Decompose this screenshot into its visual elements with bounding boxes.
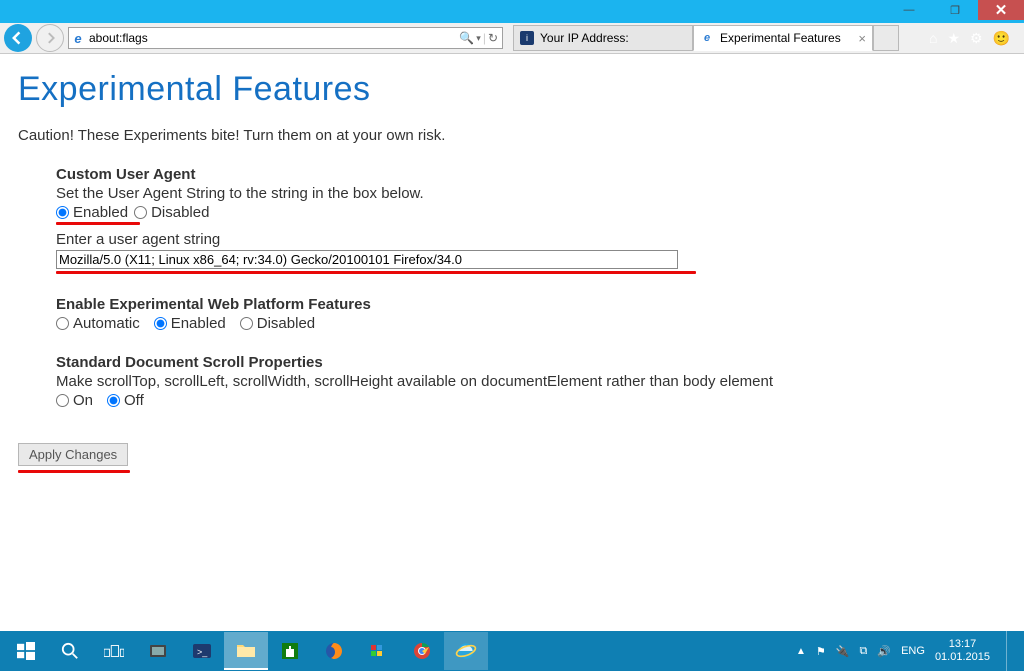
annotation-underline xyxy=(56,222,140,225)
new-tab-button[interactable] xyxy=(873,25,899,51)
tray-language[interactable]: ENG xyxy=(901,645,925,657)
forward-button[interactable] xyxy=(36,24,64,52)
radio-wp-automatic[interactable]: Automatic xyxy=(56,315,140,332)
back-button[interactable] xyxy=(4,24,32,52)
search-dropdown-icon[interactable]: 🔍 xyxy=(459,31,474,45)
taskbar-app-internet-explorer[interactable] xyxy=(444,632,488,670)
radio-wp-enabled[interactable]: Enabled xyxy=(154,315,226,332)
window-maximize-button[interactable]: ❐ xyxy=(932,0,978,20)
tab-label: Experimental Features xyxy=(720,31,841,45)
tray-volume-icon[interactable]: 🔊 xyxy=(877,645,891,658)
window-minimize-button[interactable]: — xyxy=(886,0,932,20)
tray-chevron-up-icon[interactable]: ▲ xyxy=(796,646,806,657)
system-tray: ▲ ⚑ 🔌 ⧉ 🔊 ENG 13:17 01.01.2015 xyxy=(796,631,1020,671)
section-heading: Standard Document Scroll Properties xyxy=(56,354,976,371)
taskbar-app-explorer[interactable] xyxy=(224,632,268,670)
section-custom-user-agent: Custom User Agent Set the User Agent Str… xyxy=(56,166,976,274)
apply-changes-button[interactable]: Apply Changes xyxy=(18,443,128,466)
radio-ua-disabled[interactable]: Disabled xyxy=(134,204,209,221)
section-web-platform: Enable Experimental Web Platform Feature… xyxy=(56,296,976,332)
radio-input[interactable] xyxy=(56,206,69,219)
user-agent-input[interactable] xyxy=(56,250,678,269)
ie-favicon-icon: e xyxy=(69,31,87,46)
section-desc: Make scrollTop, scrollLeft, scrollWidth,… xyxy=(56,373,976,390)
address-dropdown-icon[interactable]: ▾ xyxy=(476,33,481,44)
tray-action-center-icon[interactable]: ⚑ xyxy=(816,645,826,658)
tray-network-icon[interactable]: ⧉ xyxy=(860,645,868,658)
search-button[interactable] xyxy=(48,632,92,670)
radio-wp-disabled[interactable]: Disabled xyxy=(240,315,315,332)
radio-input[interactable] xyxy=(134,206,147,219)
tab-your-ip-address[interactable]: i Your IP Address: xyxy=(513,25,693,51)
annotation-underline xyxy=(18,470,130,473)
favorites-icon[interactable]: ★ xyxy=(947,30,960,47)
ie-favicon-icon: e xyxy=(700,31,714,45)
tab-close-button[interactable]: × xyxy=(858,31,866,46)
address-bar[interactable]: e about:flags 🔍 ▾ | ↻ xyxy=(68,27,503,49)
caution-text: Caution! These Experiments bite! Turn th… xyxy=(18,127,1006,144)
window-close-button[interactable]: ✕ xyxy=(978,0,1024,20)
annotation-underline xyxy=(56,271,696,274)
taskbar-app-powershell[interactable]: >_ xyxy=(180,632,224,670)
tab-strip: i Your IP Address: e Experimental Featur… xyxy=(513,25,915,51)
taskbar-app-server-manager[interactable] xyxy=(136,632,180,670)
taskbar-app-firefox[interactable] xyxy=(312,632,356,670)
section-heading: Enable Experimental Web Platform Feature… xyxy=(56,296,976,313)
refresh-icon[interactable]: ↻ xyxy=(488,31,498,45)
section-heading: Custom User Agent xyxy=(56,166,976,183)
taskbar-app-keepass[interactable] xyxy=(356,632,400,670)
task-view-button[interactable] xyxy=(92,632,136,670)
browser-toolbar: e about:flags 🔍 ▾ | ↻ i Your IP Address:… xyxy=(0,23,1024,54)
taskbar-app-chrome[interactable] xyxy=(400,632,444,670)
radio-scroll-off[interactable]: Off xyxy=(107,392,144,409)
tab-experimental-features[interactable]: e Experimental Features × xyxy=(693,25,873,51)
browser-right-controls: ⌂ ★ ⚙ 🙂 xyxy=(919,30,1020,47)
taskbar: >_ ▲ ⚑ 🔌 ⧉ 🔊 ENG 13:17 01.01.2015 xyxy=(0,631,1024,671)
info-favicon-icon: i xyxy=(520,31,534,45)
start-button[interactable] xyxy=(4,632,48,670)
page-title: Experimental Features xyxy=(18,70,1006,109)
tray-power-icon[interactable]: 🔌 xyxy=(836,645,850,658)
radio-ua-enabled[interactable]: Enabled xyxy=(56,204,128,221)
ua-input-label: Enter a user agent string xyxy=(56,231,976,248)
tab-label: Your IP Address: xyxy=(540,31,629,45)
radio-scroll-on[interactable]: On xyxy=(56,392,93,409)
show-desktop-button[interactable] xyxy=(1006,631,1014,671)
address-text: about:flags xyxy=(87,31,455,45)
home-icon[interactable]: ⌂ xyxy=(929,30,937,47)
smiley-icon[interactable]: 🙂 xyxy=(993,30,1010,47)
svg-text:>_: >_ xyxy=(197,647,208,657)
taskbar-app-store[interactable] xyxy=(268,632,312,670)
section-desc: Set the User Agent String to the string … xyxy=(56,185,976,202)
tools-icon[interactable]: ⚙ xyxy=(970,30,983,47)
tray-clock[interactable]: 13:17 01.01.2015 xyxy=(935,638,990,664)
window-title-bar: — ❐ ✕ xyxy=(0,0,1024,23)
page-content: Experimental Features Caution! These Exp… xyxy=(0,54,1024,483)
section-scroll-properties: Standard Document Scroll Properties Make… xyxy=(56,354,976,409)
